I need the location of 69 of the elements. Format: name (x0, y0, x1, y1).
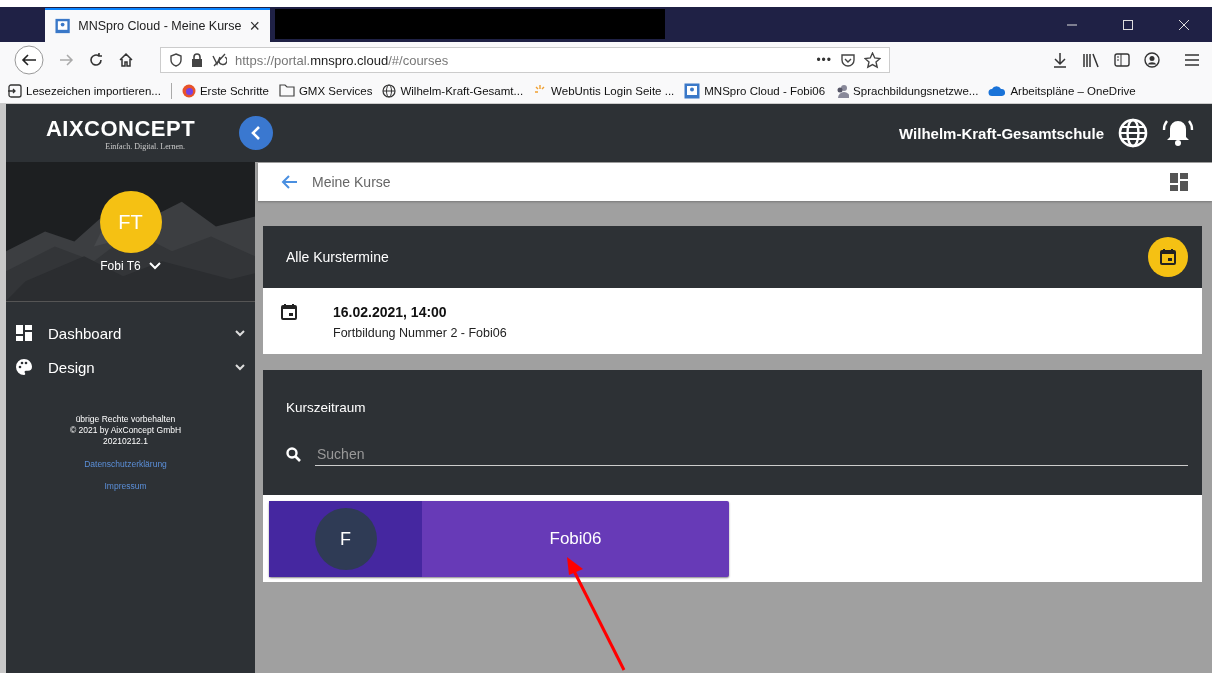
calendar-icon (1160, 249, 1176, 265)
dashboard-icon (16, 325, 32, 341)
bookmark[interactable]: GMX Services (278, 84, 373, 97)
pocket-icon[interactable] (840, 52, 856, 68)
page-title: Meine Kurse (312, 174, 391, 190)
calendar-icon (281, 304, 297, 320)
back-icon[interactable] (14, 45, 44, 75)
bookmark[interactable]: Erste Schritte (181, 83, 269, 98)
bookmark[interactable]: Wilhelm-Kraft-Gesamt... (382, 83, 524, 98)
import-icon (8, 83, 22, 98)
collapse-sidebar-button[interactable] (239, 116, 273, 150)
home-icon[interactable] (118, 52, 134, 68)
address-bar[interactable]: https://portal.mnspro.cloud/#/courses ••• (160, 47, 890, 73)
bookmark[interactable]: Sprachbildungsnetzwe... (835, 83, 979, 98)
copyright-text: übrige Rechte vorbehalten (75, 414, 176, 425)
page-actions-button[interactable]: ••• (816, 53, 832, 67)
cloud-icon (988, 84, 1007, 97)
folder-icon (278, 84, 295, 97)
chevron-left-icon (251, 126, 261, 140)
download-icon[interactable] (1052, 52, 1068, 68)
logo-tagline: Einfach. Digital. Lernen. (105, 141, 185, 151)
card-title: Alle Kurstermine (286, 249, 389, 265)
lock-icon (191, 53, 203, 67)
footer-link[interactable]: Datenschutzerklärung (84, 459, 167, 469)
permissions-icon (211, 53, 227, 67)
palette-icon (16, 359, 32, 375)
bookmark[interactable]: Lesezeichen importieren... (8, 83, 161, 98)
copyright-text: © 2021 by AixConcept GmbH (69, 425, 182, 436)
browser-logo-icon (181, 83, 196, 98)
account-icon[interactable] (1144, 52, 1160, 68)
people-icon (835, 83, 850, 98)
browser-tab[interactable]: MNSpro Cloud - Meine Kurse × (45, 8, 270, 42)
close-tab-button[interactable]: × (249, 15, 260, 37)
logo-text: AIXCONCEPT (45, 115, 196, 142)
course-name: Fobi06 (548, 528, 603, 550)
user-menu[interactable]: Fobi T6 (100, 259, 161, 273)
library-icon[interactable] (1082, 52, 1100, 68)
chevron-down-icon (148, 262, 161, 270)
url-text: https://portal.mnspro.cloud/#/courses (235, 52, 449, 68)
card-title: Kurszeitraum (286, 399, 367, 415)
bookmark[interactable]: Arbeitspläne – OneDrive (988, 84, 1136, 97)
search-icon (286, 446, 301, 462)
course-avatar: F (314, 508, 377, 570)
app-icon (55, 18, 71, 34)
footer-link[interactable]: Impressum (104, 481, 147, 491)
bell-icon[interactable] (1162, 118, 1194, 148)
event-title: Fortbildung Nummer 2 - Fobi06 (333, 326, 507, 340)
shield-icon (169, 53, 183, 67)
sidebar-item[interactable]: Design (6, 350, 255, 384)
maximize-icon[interactable] (1122, 18, 1134, 31)
back-arrow-icon[interactable] (280, 174, 298, 190)
sidebar-item[interactable]: Dashboard (6, 316, 255, 350)
globe-icon[interactable] (1118, 118, 1148, 148)
search-field[interactable]: Suchen (315, 442, 1188, 466)
app-icon (684, 82, 701, 99)
layout-icon[interactable] (1170, 173, 1188, 191)
star-icon[interactable] (864, 51, 881, 69)
menu-icon[interactable] (1184, 53, 1200, 67)
sidebar-icon[interactable] (1114, 52, 1130, 68)
calendar-button[interactable] (1148, 237, 1188, 277)
event-date: 16.02.2021, 14:00 (333, 304, 448, 320)
close-icon[interactable] (1178, 18, 1190, 31)
globe-icon (382, 83, 397, 98)
school-name: Wilhelm-Kraft-Gesamtschule (899, 124, 1104, 142)
bookmark[interactable]: WebUntis Login Seite ... (533, 83, 675, 98)
bookmark[interactable]: MNSpro Cloud - Fobi06 (684, 82, 826, 99)
course-tile[interactable]: F Fobi06 (269, 501, 729, 577)
reload-icon[interactable] (88, 52, 104, 68)
copyright-text: 20210212.1 (103, 436, 148, 447)
